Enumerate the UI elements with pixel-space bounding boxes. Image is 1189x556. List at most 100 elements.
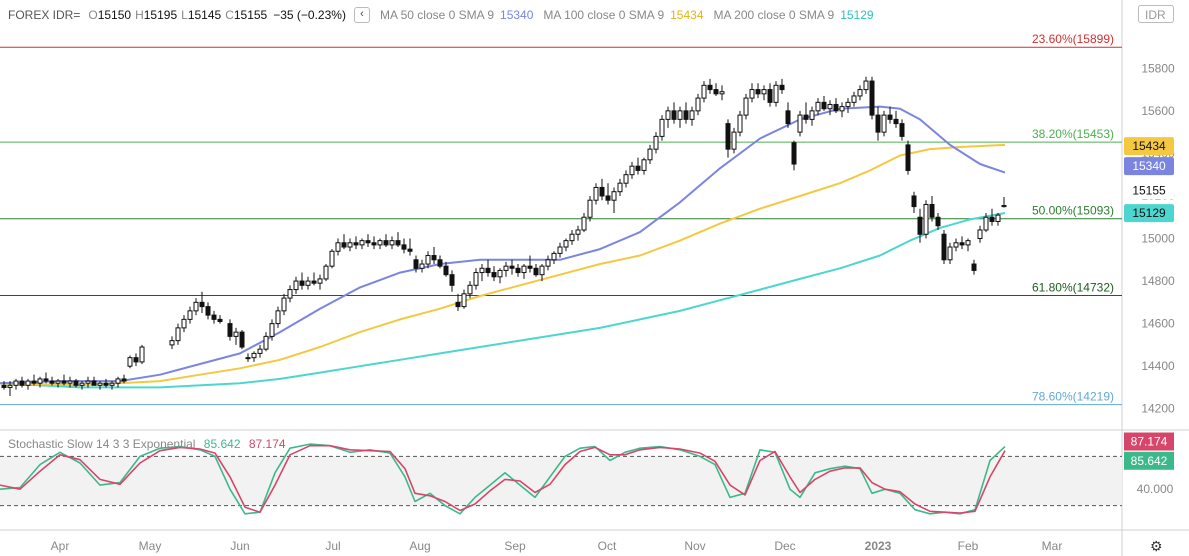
candle-body	[635, 165, 641, 171]
candle	[839, 102, 845, 118]
candle-body	[443, 265, 449, 276]
candle	[175, 323, 181, 345]
candle-body	[115, 378, 121, 384]
candle	[383, 234, 389, 248]
ma200-label[interactable]: MA 200 close 0 SMA 9	[714, 8, 835, 22]
candle-body	[689, 110, 695, 120]
open-label: O	[88, 8, 98, 22]
candle	[121, 374, 127, 384]
x-tick-label: May	[139, 539, 162, 553]
candle	[217, 315, 223, 324]
candle-body	[383, 240, 389, 246]
candle	[599, 178, 605, 201]
candle	[725, 119, 731, 158]
candle	[347, 238, 353, 252]
candle	[19, 376, 25, 388]
candle-body	[67, 380, 73, 384]
candle-body	[37, 378, 43, 384]
candle-body	[263, 335, 269, 350]
candle-body	[25, 380, 31, 386]
candle	[473, 268, 479, 290]
candle-body	[977, 229, 983, 240]
candle-body	[941, 233, 947, 261]
candle-body	[629, 165, 635, 176]
candle	[455, 293, 461, 311]
candle	[683, 102, 689, 124]
open-value: 15150	[97, 8, 132, 22]
candle-body	[419, 263, 425, 269]
candle-body	[653, 135, 659, 150]
candle	[617, 178, 623, 196]
candle-body	[85, 380, 91, 384]
candle-body	[353, 242, 359, 246]
candle	[263, 332, 269, 352]
symbol-button[interactable]: IDR	[1138, 5, 1174, 23]
candle	[251, 351, 257, 362]
ma100-label[interactable]: MA 100 close 0 SMA 9	[543, 8, 664, 22]
current-price-tag-text: 15155	[1132, 184, 1166, 198]
candle-body	[329, 250, 335, 267]
candle-body	[989, 216, 995, 222]
symbol-name[interactable]: FOREX IDR=	[8, 8, 80, 22]
candle-body	[623, 174, 629, 184]
candle	[61, 374, 67, 386]
candle	[25, 378, 31, 390]
candle-body	[893, 118, 899, 125]
candle	[139, 344, 145, 365]
candle	[923, 200, 929, 239]
candle-body	[965, 240, 971, 246]
stochastic-legend: Stochastic Slow 14 3 3 Exponential 85.64…	[8, 437, 291, 451]
candle-body	[217, 318, 223, 322]
candle	[401, 238, 407, 254]
candle-body	[923, 203, 929, 235]
candle-body	[211, 314, 217, 320]
low-label: L	[181, 8, 188, 22]
fib-level-label: 78.60%(14219)	[1032, 390, 1114, 404]
candle	[419, 259, 425, 273]
chevron-left-icon[interactable]: ‹	[353, 7, 370, 23]
candle-body	[43, 378, 49, 382]
candle-body	[103, 382, 109, 386]
candle-body	[311, 280, 317, 284]
candle	[193, 298, 199, 316]
candle-body	[359, 240, 365, 246]
candle-body	[139, 346, 145, 363]
candle	[815, 98, 821, 116]
candle	[827, 100, 833, 116]
change-value: −35 (−0.23%)	[273, 8, 346, 22]
ma50-label[interactable]: MA 50 close 0 SMA 9	[380, 8, 494, 22]
candle	[779, 78, 785, 94]
candle-body	[431, 255, 437, 261]
candle-body	[121, 378, 127, 382]
candle-body	[1001, 205, 1007, 208]
candle-body	[857, 89, 863, 97]
candle	[665, 106, 671, 128]
candle	[431, 247, 437, 265]
candle-body	[695, 97, 701, 112]
candle	[187, 306, 193, 324]
candle-body	[31, 380, 37, 384]
candle	[389, 236, 395, 250]
candle-body	[7, 384, 13, 388]
candle-body	[779, 84, 785, 91]
candle-body	[803, 114, 809, 120]
candle-body	[341, 242, 347, 248]
candle-body	[665, 110, 671, 120]
candle	[233, 327, 239, 345]
candle-body	[133, 357, 139, 363]
gear-icon[interactable]: ⚙	[1150, 538, 1163, 555]
candle-body	[749, 89, 755, 99]
stoch-k-value: 85.642	[203, 437, 241, 451]
candle-body	[719, 91, 725, 95]
candle-body	[503, 265, 509, 271]
candle-body	[287, 289, 293, 299]
candle-body	[983, 216, 989, 231]
chart-canvas[interactable]: 23.60%(15899) 38.20%(15453) 50.00%(15093) 6…	[0, 0, 1189, 556]
candle	[299, 272, 305, 290]
candle-body	[461, 293, 467, 308]
stochastic-label[interactable]: Stochastic Slow 14 3 3 Exponential	[8, 437, 195, 451]
candle-body	[509, 265, 515, 269]
candle	[581, 212, 587, 233]
candle-body	[911, 195, 917, 208]
candle-body	[947, 246, 953, 261]
